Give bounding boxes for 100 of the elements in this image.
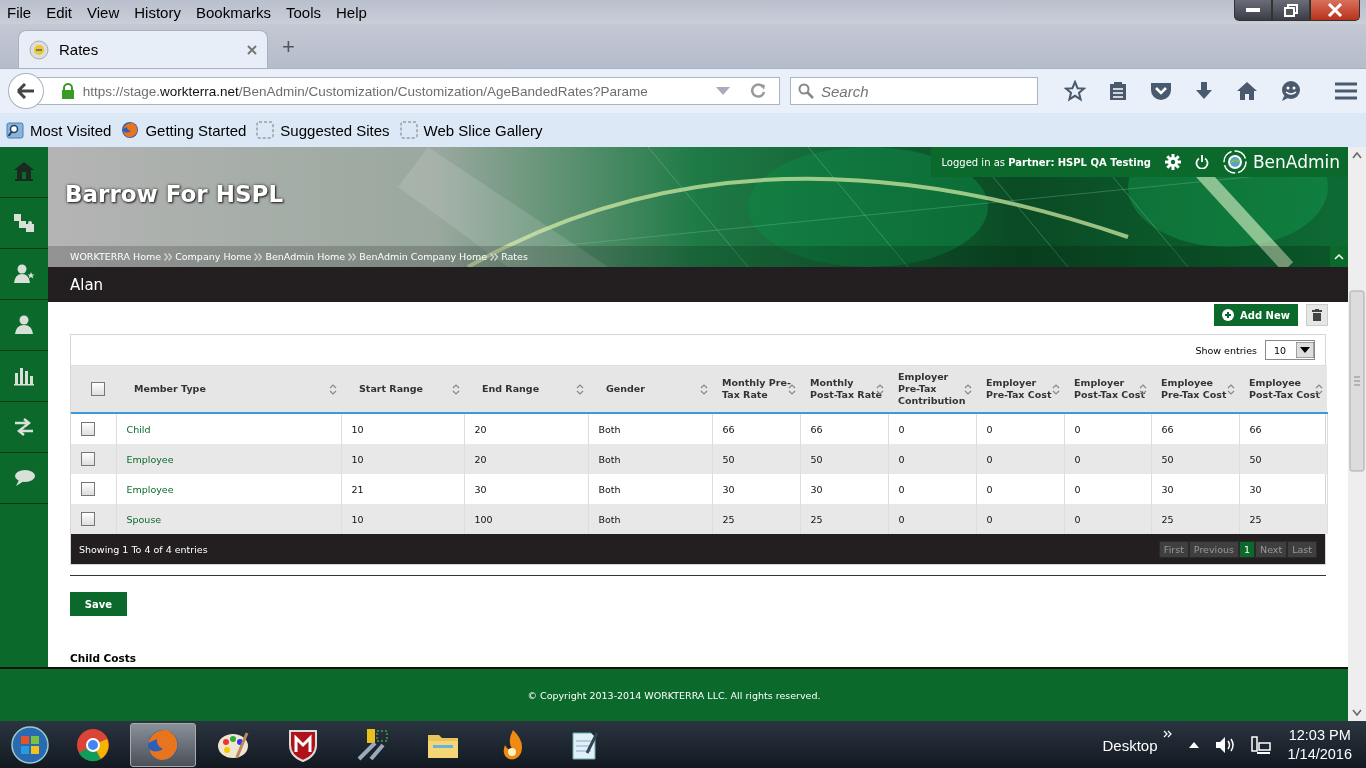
dashed-square-icon (399, 121, 418, 139)
table-cell: Both (598, 513, 621, 525)
section-title: Alan (48, 267, 1348, 302)
table-cell: 0 (898, 483, 905, 495)
settings-icon[interactable] (1164, 154, 1181, 170)
pagination-button[interactable]: Previous (1188, 540, 1239, 558)
pagination-button[interactable]: 1 (1239, 540, 1256, 558)
bookmark-item[interactable]: Web Slice Gallery (399, 121, 543, 139)
table-cell: 50 (1161, 453, 1174, 465)
power-icon[interactable] (1194, 155, 1209, 169)
lock-icon (60, 83, 75, 99)
delete-button[interactable] (1306, 304, 1328, 326)
restore-button[interactable] (1272, 0, 1310, 21)
back-button[interactable] (8, 73, 44, 109)
table-cell: Both (598, 423, 621, 435)
table-cell: 25 (1161, 513, 1174, 525)
table-info: Showing 1 To 4 of 4 entries (79, 543, 208, 555)
section-heading: Child Costs (70, 652, 137, 664)
breadcrumb-separator-icon (164, 252, 173, 261)
bookmark-item[interactable]: Suggested Sites (256, 121, 390, 139)
collapse-button[interactable] (1330, 246, 1348, 267)
menu-icon[interactable] (1334, 82, 1358, 100)
table-cell: 30 (1161, 483, 1174, 495)
home-icon[interactable] (1236, 81, 1258, 101)
column-header[interactable]: Gender (606, 383, 645, 394)
clock-date[interactable]: 1/14/2016 (1287, 745, 1352, 764)
close-button[interactable] (1310, 0, 1360, 21)
menu-item[interactable]: Bookmarks (188, 3, 279, 21)
clipboard-list-icon[interactable] (1108, 81, 1128, 101)
member-type-link[interactable]: Employee (126, 483, 174, 495)
row-checkbox[interactable] (81, 512, 95, 526)
menu-item[interactable]: View (80, 3, 128, 21)
search-field[interactable]: Search (790, 77, 1038, 105)
start-button[interactable] (10, 725, 50, 765)
row-checkbox[interactable] (81, 482, 95, 496)
puzzle-pieces-icon (13, 212, 35, 234)
member-type-link[interactable]: Spouse (126, 513, 162, 525)
table-cell: 0 (898, 453, 905, 465)
pagination-button[interactable]: Next (1255, 540, 1288, 558)
browser-tab[interactable]: Rates (18, 30, 268, 68)
close-icon (1327, 3, 1343, 17)
table-cell: 66 (1161, 423, 1174, 435)
table-cell: 30 (810, 483, 823, 495)
member-type-link[interactable]: Child (126, 423, 151, 435)
table-cell: 66 (1249, 423, 1262, 435)
table-cell: 0 (986, 453, 993, 465)
bookmark-item[interactable]: Getting Started (121, 121, 247, 139)
table-cell: 30 (474, 483, 487, 495)
show-hidden-icons-icon[interactable] (1189, 742, 1200, 748)
column-header[interactable]: Start Range (359, 383, 424, 394)
minimize-button[interactable] (1234, 0, 1272, 21)
network-icon[interactable] (1251, 735, 1272, 755)
person-icon (13, 314, 35, 336)
save-button[interactable]: Save (70, 592, 127, 616)
speaker-icon[interactable] (1215, 736, 1236, 754)
breadcrumb-link[interactable]: BenAdmin Company Home (359, 251, 488, 262)
menu-item[interactable]: Help (329, 3, 375, 21)
chat-icon[interactable] (1280, 80, 1302, 102)
dropdown-icon (1296, 342, 1314, 358)
pagination-button[interactable]: Last (1287, 540, 1317, 558)
download-icon[interactable] (1194, 81, 1214, 101)
reload-icon[interactable] (749, 82, 767, 100)
tools-icon (355, 727, 391, 763)
trash-icon (1312, 309, 1322, 321)
table-cell: 0 (898, 513, 905, 525)
pocket-icon[interactable] (1150, 81, 1172, 101)
column-header[interactable]: End Range (482, 383, 540, 394)
swap-arrows-icon (13, 416, 35, 438)
table-cell: 50 (722, 453, 735, 465)
menu-item[interactable]: File (0, 3, 40, 21)
tab-label: Rates (59, 41, 100, 58)
table-cell: 25 (810, 513, 823, 525)
page-size-select[interactable]: 10 (1265, 340, 1315, 360)
table-cell: 0 (898, 423, 905, 435)
fox-globe-icon (145, 727, 181, 763)
close-icon[interactable] (247, 44, 257, 55)
bookmark-item[interactable]: Most Visited (6, 121, 112, 139)
breadcrumb-link[interactable]: Rates (501, 251, 528, 262)
row-checkbox[interactable] (81, 452, 95, 466)
desktop-toolbar-label[interactable]: Desktop (1102, 736, 1158, 754)
new-tab-button[interactable]: + (282, 34, 295, 60)
select-all-checkbox[interactable] (91, 382, 105, 396)
menu-item[interactable]: Edit (39, 3, 81, 21)
back-arrow-icon (16, 83, 35, 99)
fox-globe-icon (121, 121, 140, 139)
chevron-icon[interactable] (1163, 730, 1174, 738)
table-cell: Both (598, 453, 621, 465)
bookmark-star-icon[interactable] (1064, 80, 1086, 102)
caret-up-icon (1334, 253, 1344, 260)
column-header[interactable]: Member Type (134, 383, 206, 394)
pagination-button[interactable]: First (1158, 540, 1189, 558)
menu-item[interactable]: Tools (279, 3, 329, 21)
clock-time[interactable]: 12:03 PM (1288, 726, 1351, 745)
menu-item[interactable]: History (127, 3, 189, 21)
table-cell: 50 (1249, 453, 1262, 465)
breadcrumb-separator-icon (254, 252, 263, 261)
login-status: Logged in as Partner: HSPL QA Testing (941, 156, 1151, 168)
member-type-link[interactable]: Employee (126, 453, 174, 465)
row-checkbox[interactable] (81, 422, 95, 436)
add-new-button[interactable]: Add New (1214, 304, 1298, 326)
